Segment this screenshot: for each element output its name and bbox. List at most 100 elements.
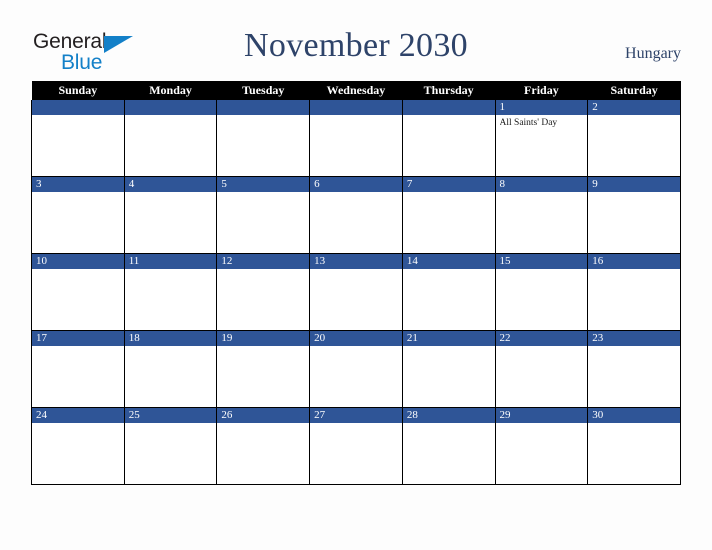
day-number: 4	[125, 177, 216, 192]
calendar-day-cell[interactable]: 15	[494, 253, 589, 331]
calendar-day-cell[interactable]: 8	[494, 176, 589, 254]
day-events	[32, 115, 123, 117]
calendar-day-cell[interactable]: 18	[123, 330, 218, 408]
calendar-week-row: 3456789	[31, 176, 681, 254]
day-number: 17	[32, 331, 124, 346]
weekday-header-wednesday: Wednesday	[309, 81, 403, 100]
calendar-day-cell[interactable]	[309, 100, 403, 177]
day-events	[311, 192, 402, 194]
weekday-header-thursday: Thursday	[402, 81, 496, 100]
day-number: 26	[217, 408, 309, 423]
day-events	[218, 346, 309, 348]
calendar-body: 1 All Saints' Day 2 3 4 5 6 7 8 9 10 11 12 13 14 15 16 17…	[31, 100, 681, 485]
country-label: Hungary	[625, 45, 681, 62]
day-events	[125, 269, 216, 271]
calendar-day-cell[interactable]: 5	[216, 176, 311, 254]
weekday-header-monday: Monday	[124, 81, 217, 100]
day-events	[589, 192, 680, 194]
day-events	[218, 192, 309, 194]
day-number: 5	[217, 177, 309, 192]
day-events	[403, 192, 494, 194]
day-events	[496, 346, 587, 348]
calendar-day-cell[interactable]: 25	[123, 407, 218, 485]
calendar-day-cell[interactable]: 14	[401, 253, 496, 331]
calendar-week-row: 17 18 19 20 21 22 23	[31, 330, 681, 408]
calendar-week-row: 24 25 26 27 28 29 30	[31, 407, 681, 485]
day-number: 1	[496, 100, 587, 115]
day-number: 16	[588, 254, 680, 269]
day-number	[217, 100, 309, 115]
day-number: 30	[588, 408, 680, 423]
day-number: 23	[588, 331, 680, 346]
day-number: 3	[32, 177, 124, 192]
day-number: 2	[588, 100, 680, 115]
calendar-day-cell[interactable]: 19	[216, 330, 311, 408]
calendar-page: General Blue November 2030 Hungary Sunda…	[0, 0, 712, 550]
day-events	[311, 269, 402, 271]
calendar-day-cell[interactable]: 13	[309, 253, 403, 331]
calendar-day-cell[interactable]: 27	[309, 407, 403, 485]
day-events	[125, 192, 216, 194]
day-number: 29	[496, 408, 587, 423]
day-number: 8	[496, 177, 587, 192]
calendar-day-cell[interactable]: 1 All Saints' Day	[494, 100, 589, 177]
calendar-day-cell[interactable]: 9	[587, 176, 681, 254]
day-number: 11	[125, 254, 216, 269]
weekday-header-sunday: Sunday	[31, 81, 125, 100]
calendar-day-cell[interactable]	[401, 100, 496, 177]
weekday-header-saturday: Saturday	[587, 81, 681, 100]
calendar-day-cell[interactable]: 16	[587, 253, 681, 331]
calendar-day-cell[interactable]: 10	[31, 253, 125, 331]
calendar-week-row: 1 All Saints' Day 2	[31, 100, 681, 177]
day-events: All Saints' Day	[496, 115, 587, 129]
day-events	[589, 269, 680, 271]
weekday-header-friday: Friday	[495, 81, 588, 100]
day-events	[589, 346, 680, 348]
calendar-day-cell[interactable]: 7	[401, 176, 496, 254]
day-events	[218, 269, 309, 271]
day-number: 10	[32, 254, 124, 269]
calendar-day-cell[interactable]: 20	[309, 330, 403, 408]
calendar-day-cell[interactable]: 29	[494, 407, 589, 485]
calendar-day-cell[interactable]	[123, 100, 218, 177]
day-events	[403, 346, 494, 348]
day-number	[310, 100, 402, 115]
day-number: 14	[403, 254, 495, 269]
calendar-day-cell[interactable]	[216, 100, 311, 177]
day-number: 13	[310, 254, 402, 269]
day-number: 18	[125, 331, 216, 346]
calendar-day-cell[interactable]: 21	[401, 330, 496, 408]
day-number: 27	[310, 408, 402, 423]
calendar-day-cell[interactable]: 23	[587, 330, 681, 408]
calendar-day-cell[interactable]: 22	[494, 330, 589, 408]
day-number: 19	[217, 331, 309, 346]
day-number	[125, 100, 216, 115]
calendar-day-cell[interactable]: 11	[123, 253, 218, 331]
calendar-day-cell[interactable]: 6	[309, 176, 403, 254]
day-number: 28	[403, 408, 495, 423]
calendar-day-cell[interactable]: 3	[31, 176, 125, 254]
calendar-day-cell[interactable]: 4	[123, 176, 218, 254]
weekday-header-tuesday: Tuesday	[216, 81, 310, 100]
calendar-day-cell[interactable]: 26	[216, 407, 311, 485]
day-events	[403, 423, 494, 425]
calendar-week-row: 10 11 12 13 14 15 16	[31, 253, 681, 331]
day-events	[311, 115, 402, 117]
calendar-day-cell[interactable]: 12	[216, 253, 311, 331]
day-number: 15	[496, 254, 587, 269]
day-number: 6	[310, 177, 402, 192]
day-number	[403, 100, 495, 115]
page-title: November 2030	[244, 27, 468, 64]
calendar-day-cell[interactable]: 17	[31, 330, 125, 408]
day-number: 24	[32, 408, 124, 423]
day-events	[125, 346, 216, 348]
day-number: 20	[310, 331, 402, 346]
calendar-day-cell[interactable]: 24	[31, 407, 125, 485]
calendar-day-cell[interactable]: 28	[401, 407, 496, 485]
calendar-day-cell[interactable]	[31, 100, 125, 177]
day-events	[32, 192, 123, 194]
day-events	[125, 423, 216, 425]
calendar-day-cell[interactable]: 2	[587, 100, 681, 177]
calendar-day-cell[interactable]: 30	[587, 407, 681, 485]
calendar-header-row: Sunday Monday Tuesday Wednesday Thursday…	[31, 81, 681, 100]
